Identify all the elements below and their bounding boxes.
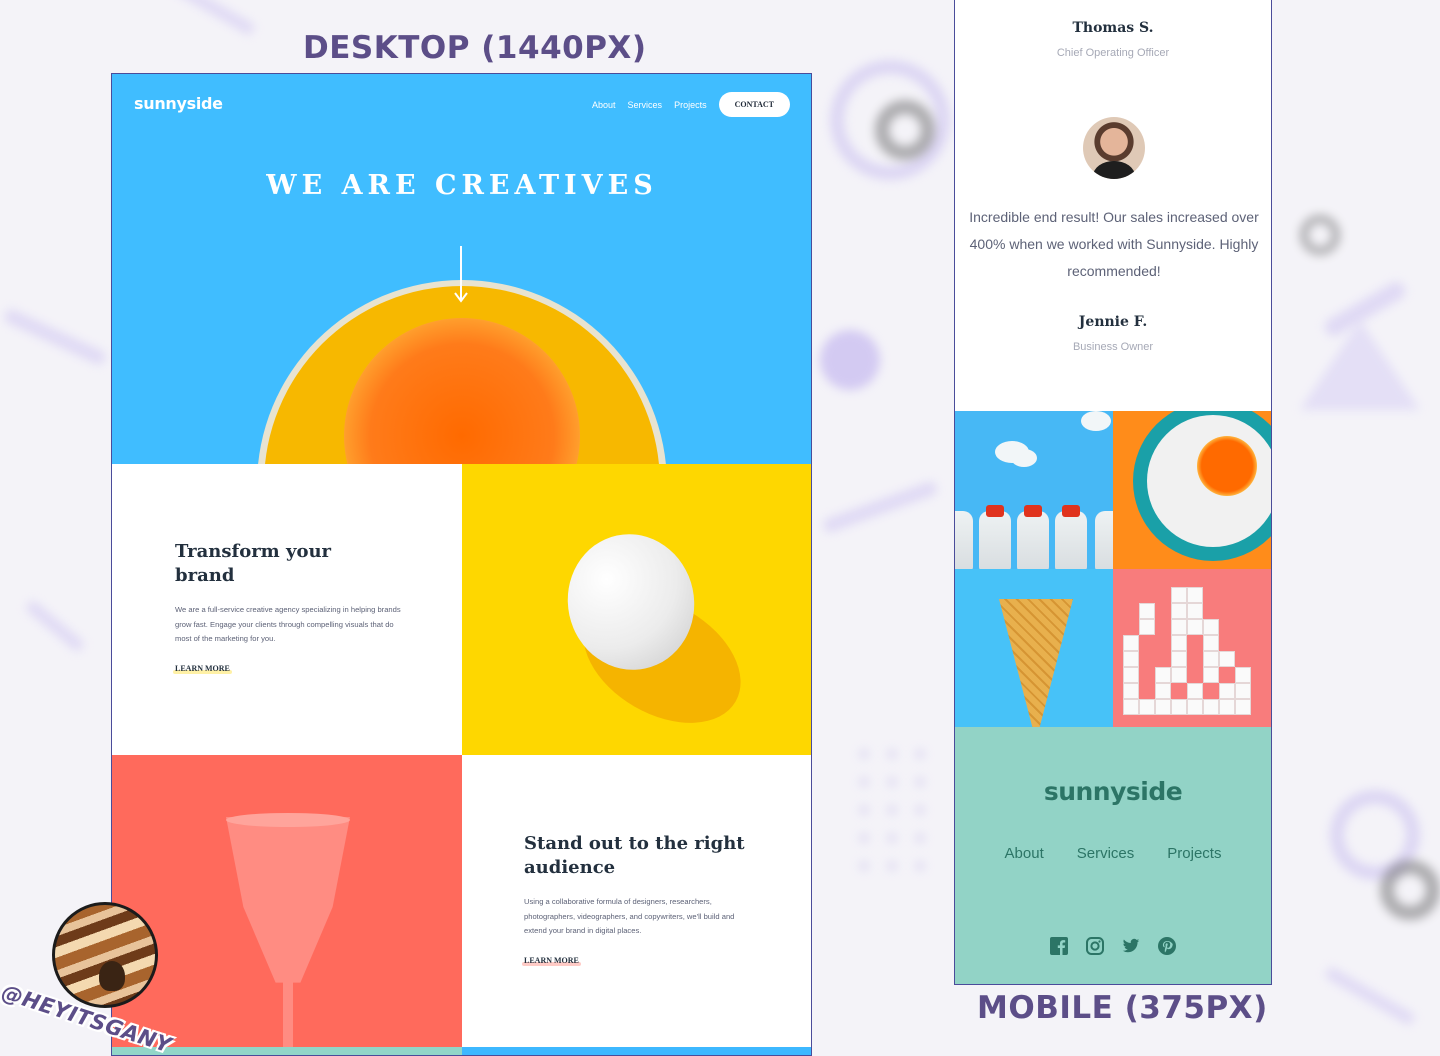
- gallery-milk-image: [955, 411, 1113, 569]
- gallery-orange-image: [1113, 411, 1271, 569]
- learn-more-link[interactable]: LEARN MORE: [522, 956, 581, 966]
- testimonial-quote: Incredible end result! Our sales increas…: [969, 209, 1259, 279]
- footer-nav: About Services Projects: [955, 845, 1271, 862]
- nav-services[interactable]: Services: [628, 100, 663, 110]
- gallery-cone-image: [955, 569, 1113, 727]
- section-body: We are a full-service creative agency sp…: [175, 605, 401, 644]
- facebook-icon[interactable]: [1050, 937, 1068, 955]
- egg-image: [462, 464, 811, 755]
- section-title: Transform your brand: [175, 541, 332, 586]
- glass-image: [112, 755, 462, 1047]
- footer-nav-about[interactable]: About: [1005, 845, 1044, 862]
- nav-about[interactable]: About: [592, 100, 616, 110]
- section-title: Stand out to the right audience: [524, 833, 745, 878]
- testimonial-role: Business Owner: [1072, 341, 1154, 353]
- mobile-preview: Thomas S. Chief Operating Officer Incred…: [954, 0, 1272, 985]
- footer-nav-projects[interactable]: Projects: [1167, 845, 1221, 862]
- hero-title: WE ARE CREATIVES: [266, 170, 658, 201]
- footer: sunnyside About Services Projects: [955, 727, 1271, 984]
- main-nav: About Services Projects CONTACT: [592, 92, 790, 117]
- instagram-icon[interactable]: [1086, 937, 1104, 955]
- testimonial-name: Thomas S.: [1072, 20, 1154, 36]
- testimonial-name: Jennie F.: [1078, 314, 1148, 330]
- pinterest-icon[interactable]: [1158, 937, 1176, 955]
- desktop-preview: sunnyside About Services Projects CONTAC…: [111, 73, 812, 1056]
- section-body: Using a collaborative formula of designe…: [524, 897, 735, 936]
- testimonial-role: Chief Operating Officer: [1056, 47, 1170, 59]
- transform-section: Transform your brand We are a full-servi…: [112, 464, 462, 755]
- photography-image: [462, 1047, 811, 1055]
- avatar: [1083, 117, 1145, 179]
- contact-button[interactable]: CONTACT: [718, 92, 790, 117]
- social-links: [955, 937, 1271, 955]
- author-avatar: [52, 902, 158, 1008]
- footer-logo[interactable]: sunnyside: [955, 777, 1271, 806]
- arrow-down-icon[interactable]: [454, 246, 468, 304]
- learn-more-link[interactable]: LEARN MORE: [173, 664, 232, 674]
- hero-section: sunnyside About Services Projects CONTAC…: [112, 74, 811, 464]
- mobile-label: MOBILE (375PX): [977, 990, 1268, 1026]
- logo[interactable]: sunnyside: [134, 94, 223, 113]
- gallery-sugar-cubes-image: [1113, 569, 1271, 727]
- gallery: [955, 411, 1271, 727]
- nav-projects[interactable]: Projects: [674, 100, 707, 110]
- footer-nav-services[interactable]: Services: [1077, 845, 1135, 862]
- twitter-icon[interactable]: [1122, 937, 1140, 955]
- desktop-label: DESKTOP (1440PX): [303, 30, 647, 66]
- standout-section: Stand out to the right audience Using a …: [462, 755, 811, 1047]
